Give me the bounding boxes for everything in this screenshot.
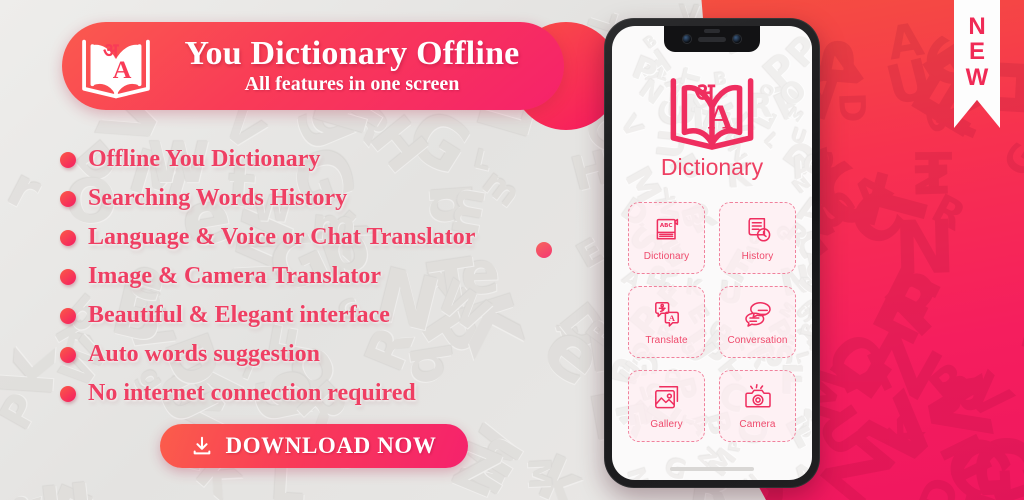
app-feature-grid: ABC Dictionary History A Translate Conve… (628, 202, 796, 442)
history-scroll-clock-icon (742, 214, 774, 246)
bullet-dot-icon (60, 346, 76, 363)
download-now-button[interactable]: DOWNLOAD NOW (160, 424, 468, 468)
camera-icon (742, 382, 774, 414)
ribbon-letter: E (968, 38, 985, 66)
front-camera-secondary-icon (733, 35, 741, 43)
conversation-bubbles-icon (742, 298, 774, 330)
app-tile-label: Conversation (727, 335, 788, 346)
app-tile-label: Dictionary (643, 251, 690, 262)
app-tile-conversation[interactable]: Conversation (719, 286, 796, 358)
ribbon-letter: N (968, 13, 986, 40)
app-tile-history[interactable]: History (719, 202, 796, 274)
translate-icon: A (651, 298, 683, 330)
phone-mockup: TRNLVBRWGPMUGFMUOUANCCLPRNPULEBVVGELROBZ… (604, 18, 820, 488)
phone-notch (664, 26, 760, 52)
dictionary-book-abc-icon: ABC (651, 214, 683, 246)
header-banner: अ A You Dictionary Offline All features … (62, 22, 564, 110)
bullet-dot-icon (60, 385, 76, 402)
banner-subtitle: All features in one screen (244, 73, 460, 96)
app-tile-gallery[interactable]: Gallery (628, 370, 705, 442)
open-book-dictionary-logo-icon: अ A (78, 31, 154, 101)
feature-item: Language & Voice or Chat Translator (60, 218, 580, 257)
app-tile-translate[interactable]: A Translate (628, 286, 705, 358)
feature-item: Beautiful & Elegant interface (60, 296, 580, 335)
feature-label: Beautiful & Elegant interface (88, 302, 390, 328)
app-tile-camera[interactable]: Camera (719, 370, 796, 442)
download-icon (191, 435, 213, 457)
feature-label: Image & Camera Translator (88, 263, 382, 289)
app-tile-dictionary[interactable]: ABC Dictionary (628, 202, 705, 274)
svg-text:A: A (708, 98, 733, 137)
app-tile-label: History (741, 251, 774, 262)
bullet-dot-icon (60, 307, 76, 324)
earpiece-slot-icon (704, 29, 720, 33)
feature-item: Offline You Dictionary (60, 140, 580, 179)
front-camera-icon (683, 35, 691, 43)
feature-label: Offline You Dictionary (88, 146, 321, 172)
feature-label: Searching Words History (88, 185, 348, 211)
svg-text:A: A (668, 313, 675, 323)
feature-label: No internet connection required (88, 380, 416, 406)
feature-list: Offline You Dictionary Searching Words Hi… (60, 140, 580, 413)
feature-item: Image & Camera Translator (60, 257, 580, 296)
app-title: Dictionary (660, 154, 764, 180)
bullet-dot-icon (60, 151, 76, 168)
banner-title: You Dictionary Offline (184, 34, 520, 72)
ribbon-letter: W (965, 63, 989, 91)
app-tile-label: Camera (739, 419, 776, 430)
download-button-label: DOWNLOAD NOW (225, 433, 437, 458)
phone-screen: TRNLVBRWGPMUGFMUOUANCCLPRNPULEBVVGELROBZ… (612, 26, 812, 480)
feature-item: Auto words suggestion (60, 335, 580, 374)
feature-item: No internet connection required (60, 374, 580, 413)
app-tile-label: Translate (645, 335, 688, 346)
home-indicator-bar (670, 467, 754, 471)
bullet-dot-icon (60, 268, 76, 285)
app-tile-label: Gallery (650, 419, 683, 430)
app-open-book-logo-icon: अ A (666, 68, 758, 152)
feature-label: Language & Voice or Chat Translator (88, 224, 476, 250)
feature-label: Auto words suggestion (88, 341, 321, 367)
svg-text:A: A (113, 55, 132, 84)
promo-banner: ADBRtPLssEMGOMDHkrWCFbGkMLbeNWERLoUGaDKe… (0, 0, 1024, 500)
bullet-dot-icon (60, 190, 76, 207)
speaker-grille-icon (698, 36, 726, 42)
bullet-dot-icon (60, 229, 76, 246)
gallery-image-icon (651, 382, 683, 414)
svg-text:ABC: ABC (659, 223, 672, 229)
feature-item: Searching Words History (60, 179, 580, 218)
